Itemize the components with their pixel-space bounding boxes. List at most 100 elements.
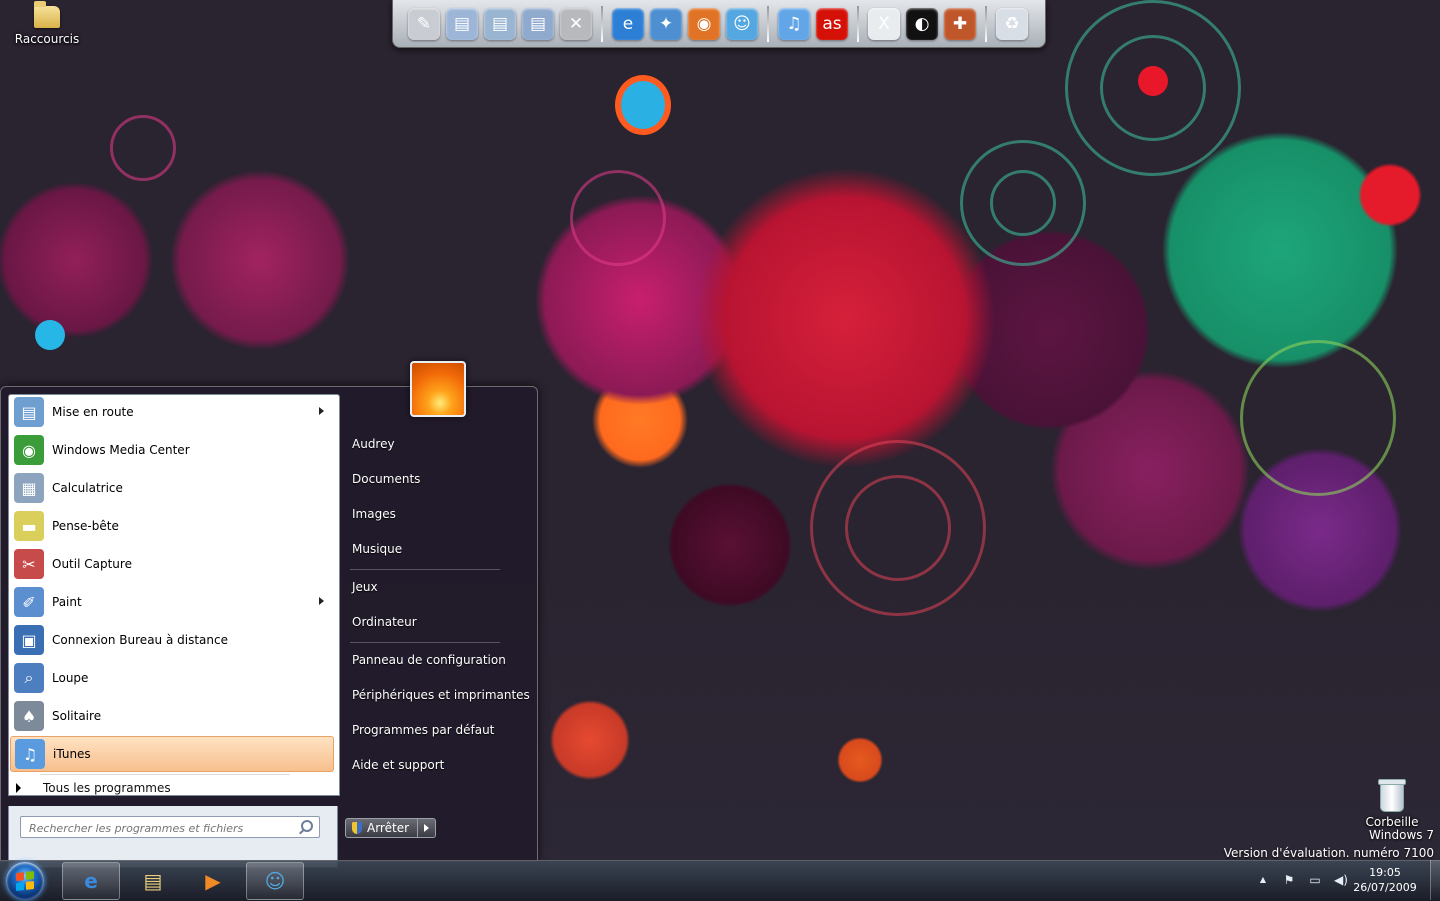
internet-explorer-icon: e — [84, 869, 98, 893]
dock-team-fortress-icon[interactable]: ✚ — [944, 7, 976, 40]
system-tray: ▲ ⚑ ▭ ◀) — [1250, 860, 1354, 900]
submenu-arrow-icon[interactable] — [319, 597, 324, 605]
desktop-icon-corbeille[interactable]: Corbeille — [1360, 779, 1424, 829]
program-item-calculatrice[interactable]: ▦ Calculatrice — [10, 470, 334, 506]
default-programs-link[interactable]: Programmes par défaut — [352, 723, 494, 737]
clock[interactable]: 19:05 26/07/2009 — [1350, 865, 1420, 895]
solitaire-icon: ♠ — [14, 701, 44, 731]
snipping-tool-icon: ✂ — [14, 549, 44, 579]
recycle-bin-icon — [1378, 779, 1406, 812]
media-center-icon: ◉ — [14, 435, 44, 465]
dock-separator — [601, 5, 603, 42]
program-item-connexion-bureau-distance[interactable]: ▣ Connexion Bureau à distance — [10, 622, 334, 658]
windows-logo-icon — [16, 871, 34, 891]
search-input[interactable] — [27, 818, 301, 838]
shutdown-control: Arrêter — [345, 818, 437, 838]
desktop-icon-label: Raccourcis — [14, 32, 80, 46]
program-item-loupe[interactable]: ⌕ Loupe — [10, 660, 334, 696]
shutdown-button[interactable]: Arrêter — [345, 818, 419, 838]
clock-time: 19:05 — [1369, 866, 1401, 879]
dock-safari-icon[interactable]: ✦ — [650, 7, 682, 40]
dock-notepad-icon[interactable]: ✎ — [408, 7, 440, 40]
menu-divider — [350, 642, 500, 643]
program-label: Loupe — [52, 671, 89, 685]
submenu-arrow-icon[interactable] — [319, 407, 324, 415]
dock-folder-pictures-icon[interactable]: ▤ — [522, 7, 554, 40]
program-label: Connexion Bureau à distance — [52, 633, 228, 647]
windows-watermark: Windows 7 Version d'évaluation. numéro 7… — [1224, 826, 1434, 862]
search-field[interactable] — [20, 816, 320, 838]
dock-recycle-bin-icon[interactable]: ♻ — [996, 7, 1028, 40]
program-item-solitaire[interactable]: ♠ Solitaire — [10, 698, 334, 734]
dock-steam-icon[interactable]: ◐ — [906, 7, 938, 40]
computer-link[interactable]: Ordinateur — [352, 615, 417, 629]
dock-xfire-icon[interactable]: X — [868, 7, 900, 40]
program-item-outil-capture[interactable]: ✂ Outil Capture — [10, 546, 334, 582]
taskbar-messenger-button[interactable]: ☺ — [246, 862, 304, 900]
dock-lastfm-icon[interactable]: as — [816, 7, 848, 40]
menu-divider — [350, 569, 500, 570]
show-desktop-button[interactable] — [1430, 860, 1440, 900]
dock-separator — [767, 5, 769, 42]
control-panel-link[interactable]: Panneau de configuration — [352, 653, 506, 667]
taskbar-media-player-button[interactable]: ▶ — [184, 862, 242, 900]
program-item-itunes[interactable]: ♫ iTunes — [10, 736, 334, 772]
program-label: Calculatrice — [52, 481, 123, 495]
program-item-paint[interactable]: ✐ Paint — [10, 584, 334, 620]
dock-messenger-icon[interactable]: ☺ — [726, 7, 758, 40]
desktop-icon-raccourcis[interactable]: Raccourcis — [12, 1, 82, 46]
help-support-link[interactable]: Aide et support — [352, 758, 444, 772]
itunes-icon: ♫ — [15, 739, 45, 769]
divider — [40, 774, 290, 775]
volume-icon[interactable]: ◀) — [1333, 872, 1349, 888]
games-link[interactable]: Jeux — [352, 580, 378, 594]
paint-icon: ✐ — [14, 587, 44, 617]
devices-printers-link[interactable]: Périphériques et imprimantes — [352, 688, 530, 702]
chevron-right-icon — [16, 783, 21, 793]
program-item-mise-en-route[interactable]: ▤ Mise en route — [10, 394, 334, 430]
show-hidden-icons[interactable]: ▲ — [1255, 872, 1271, 888]
getting-started-icon: ▤ — [14, 397, 44, 427]
program-label: Solitaire — [52, 709, 102, 723]
shutdown-label: Arrêter — [367, 821, 410, 835]
magnifier-icon: ⌕ — [14, 663, 44, 693]
dock-itunes-icon[interactable]: ♫ — [778, 7, 810, 40]
documents-link[interactable]: Documents — [352, 472, 420, 486]
user-avatar[interactable] — [410, 361, 466, 417]
dock-folder-downloads-icon[interactable]: ▤ — [484, 7, 516, 40]
dock-separator — [857, 5, 859, 42]
remote-desktop-icon: ▣ — [14, 625, 44, 655]
program-label: iTunes — [53, 747, 91, 761]
clock-date: 26/07/2009 — [1353, 881, 1417, 894]
music-link[interactable]: Musique — [352, 542, 402, 556]
dock-folder-documents-icon[interactable]: ▤ — [446, 7, 478, 40]
taskbar-windows-explorer-button[interactable]: ▤ — [124, 862, 182, 900]
network-icon[interactable]: ▭ — [1307, 872, 1323, 888]
dock-tools-icon[interactable]: ✕ — [560, 7, 592, 40]
media-player-icon: ▶ — [205, 869, 221, 893]
program-item-windows-media-center[interactable]: ◉ Windows Media Center — [10, 432, 334, 468]
program-label: Outil Capture — [52, 557, 132, 571]
pictures-link[interactable]: Images — [352, 507, 396, 521]
program-label: Mise en route — [52, 405, 134, 419]
search-icon[interactable] — [301, 820, 313, 832]
start-button[interactable] — [6, 862, 44, 900]
shutdown-options-button[interactable] — [418, 818, 437, 838]
dock-separator — [985, 5, 987, 42]
folder-icon — [34, 1, 60, 28]
all-programs-button[interactable]: Tous les programmes — [16, 781, 171, 795]
all-programs-label: Tous les programmes — [43, 781, 171, 795]
program-label: Paint — [52, 595, 82, 609]
action-center-icon[interactable]: ⚑ — [1281, 872, 1297, 888]
dock-firefox-icon[interactable]: ◉ — [688, 7, 720, 40]
sticky-notes-icon: ▬ — [14, 511, 44, 541]
taskbar-internet-explorer-button[interactable]: e — [62, 862, 120, 900]
program-label: Windows Media Center — [52, 443, 190, 457]
messenger-icon: ☺ — [264, 869, 286, 893]
calculator-icon: ▦ — [14, 473, 44, 503]
program-item-pense-b-te[interactable]: ▬ Pense-bête — [10, 508, 334, 544]
shield-icon — [352, 822, 362, 834]
windows-explorer-icon: ▤ — [143, 869, 163, 893]
dock-internet-explorer-icon[interactable]: e — [612, 7, 644, 40]
user-folder-link[interactable]: Audrey — [352, 437, 395, 451]
